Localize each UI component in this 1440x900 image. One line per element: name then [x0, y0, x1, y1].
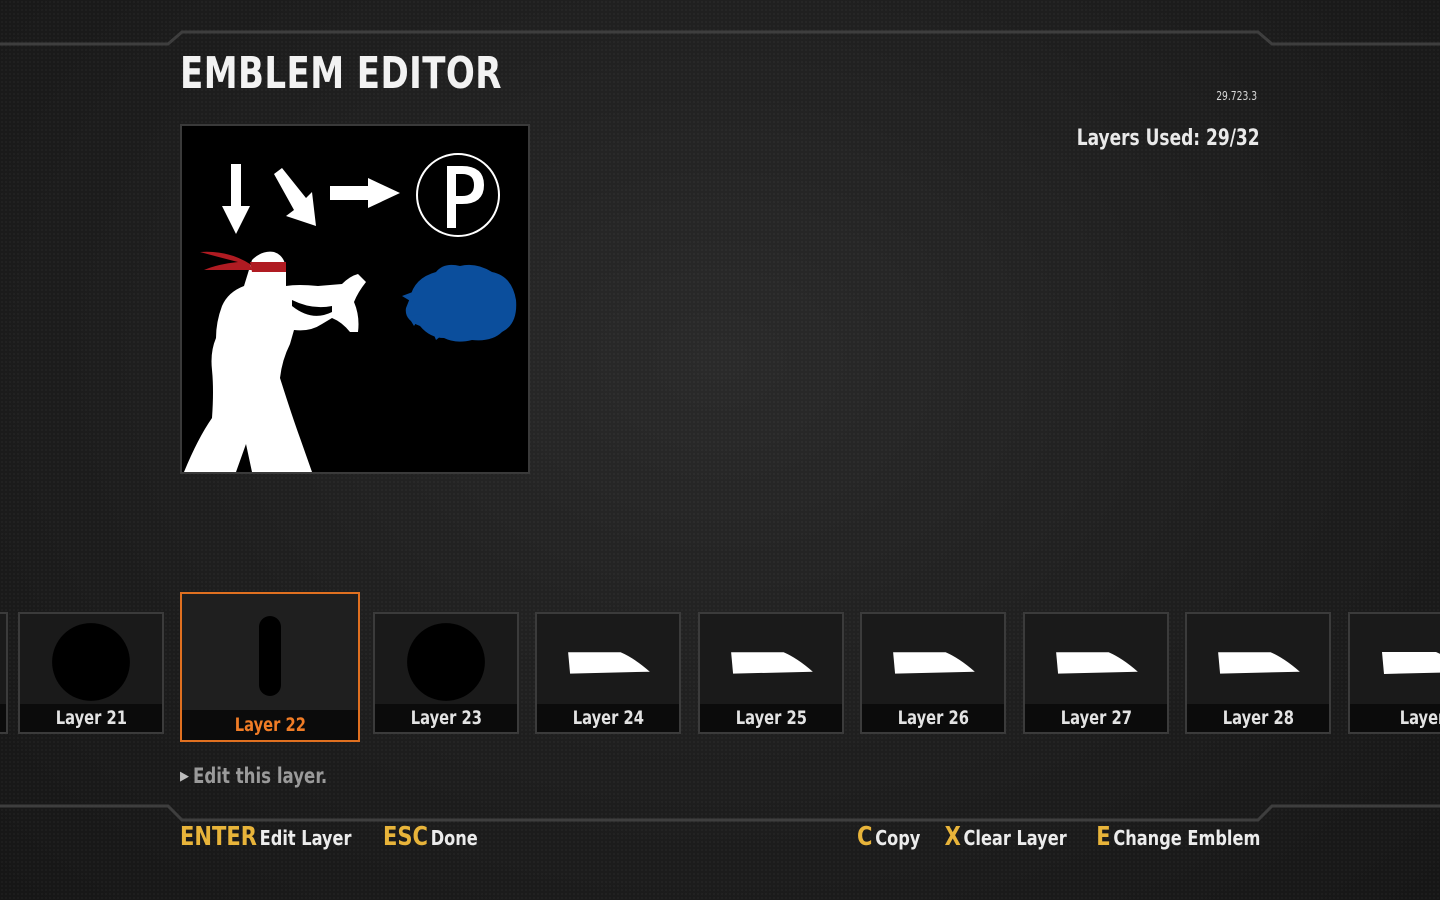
layer-tile[interactable]: Layer 23 — [373, 612, 519, 734]
layer-tile[interactable]: Layer 25 — [698, 612, 844, 734]
layer-label: Layer 25 — [735, 707, 807, 729]
blade-shape-icon — [1382, 652, 1440, 674]
layer-label: Layer 22 — [234, 714, 306, 736]
layer-label: Layer 26 — [897, 707, 969, 729]
blade-shape-icon — [1056, 652, 1138, 674]
layer-hint: ▶ Edit this layer. — [180, 764, 328, 788]
layer-tile[interactable]: Layer 24 — [535, 612, 681, 734]
top-frame-line — [0, 30, 1440, 50]
layer-label: Layer 27 — [1060, 707, 1132, 729]
layer-tile-partial[interactable] — [0, 612, 8, 734]
bottom-frame-line — [0, 804, 1440, 824]
footer-controls-left: ENTER Edit Layer ESC Done — [180, 822, 496, 852]
layer-label: Layer — [1400, 707, 1440, 729]
layer-tile[interactable]: Layer 27 — [1023, 612, 1169, 734]
enter-edit-layer-prompt[interactable]: ENTER Edit Layer — [180, 822, 351, 852]
capsule-shape-icon — [259, 616, 281, 696]
layers-used-counter: Layers Used: 29/32 — [1077, 126, 1260, 151]
circle-shape-icon — [52, 623, 130, 701]
emblem-editor-screen: EMBLEM EDITOR 29.723.3 Layers Used: 29/3… — [0, 0, 1440, 900]
p-button-icon — [416, 153, 500, 237]
change-emblem-prompt[interactable]: E Change Emblem — [1096, 822, 1260, 852]
circle-shape-icon — [407, 623, 485, 701]
layer-tile-partial[interactable]: Layer — [1348, 612, 1440, 734]
blue-fireball-icon — [402, 264, 517, 342]
blade-shape-icon — [1218, 652, 1300, 674]
caret-right-icon: ▶ — [180, 769, 189, 784]
blade-shape-icon — [731, 652, 813, 674]
layer-label: Layer 28 — [1222, 707, 1294, 729]
layer-tile[interactable]: Layer 21 — [18, 612, 164, 734]
layer-tile[interactable]: Layer 28 — [1185, 612, 1331, 734]
right-arrow-icon — [330, 178, 400, 208]
layer-tile[interactable]: Layer 26 — [860, 612, 1006, 734]
blade-shape-icon — [568, 652, 650, 674]
layer-strip[interactable]: Layer 21 Layer 22 Layer 23 Layer 24 Laye… — [0, 592, 1440, 742]
footer-controls-right: C Copy X Clear Layer E Change Emblem — [844, 822, 1260, 852]
layer-label: Layer 21 — [55, 707, 127, 729]
emblem-preview[interactable] — [180, 124, 530, 474]
copy-prompt[interactable]: C Copy — [857, 822, 920, 852]
esc-done-prompt[interactable]: ESC Done — [383, 822, 478, 852]
clear-layer-prompt[interactable]: X Clear Layer — [945, 822, 1067, 852]
layer-tile-selected[interactable]: Layer 22 — [180, 592, 360, 742]
down-arrow-icon — [222, 164, 250, 234]
blade-shape-icon — [893, 652, 975, 674]
version-label: 29.723.3 — [1216, 89, 1257, 103]
diagonal-arrow-icon — [274, 168, 316, 226]
page-title: EMBLEM EDITOR — [180, 48, 502, 99]
layer-label: Layer 23 — [410, 707, 482, 729]
layer-label: Layer 24 — [572, 707, 644, 729]
fighter-silhouette-icon — [184, 251, 366, 472]
